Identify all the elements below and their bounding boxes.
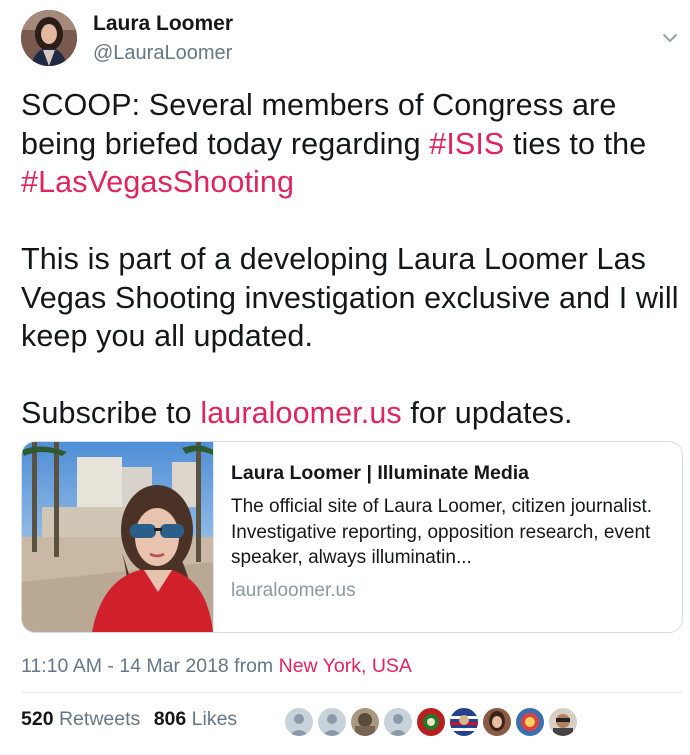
likes-label: Likes [191, 708, 238, 730]
user-name[interactable]: Laura Loomer [93, 12, 233, 36]
liker-avatar[interactable] [548, 707, 578, 737]
liker-avatar[interactable] [350, 707, 380, 737]
website-link[interactable]: lauraloomer.us [200, 396, 401, 430]
tweet-paragraph-3: Subscribe to lauraloomer.us for updates. [21, 394, 681, 433]
liker-avatar[interactable] [515, 707, 545, 737]
likes-count: 806 [153, 708, 187, 730]
card-thumbnail [22, 442, 214, 632]
tweet-text-segment: ties to the [504, 126, 647, 161]
liker-avatar[interactable] [482, 707, 512, 737]
tweet-text-segment: Subscribe to [21, 396, 201, 430]
tweet-header: Laura Loomer @LauraLoomer [0, 0, 690, 80]
hashtag-isis[interactable]: #ISIS [429, 127, 504, 161]
liker-avatar[interactable] [284, 707, 314, 737]
hashtag-lasvegasshooting[interactable]: #LasVegasShooting [21, 165, 294, 199]
tweet-stats: 520 Retweets 806 Likes [21, 708, 245, 731]
tweet-meta: 11:10 AM - 14 Mar 2018 from New York, US… [21, 655, 412, 678]
liker-avatar[interactable] [383, 707, 413, 737]
liker-avatar[interactable] [449, 707, 479, 737]
tweet-timestamp[interactable]: 11:10 AM - 14 Mar 2018 from [21, 655, 279, 677]
card-description: The official site of Laura Loomer, citiz… [231, 496, 653, 568]
tweet-paragraph-1: SCOOP: Several members of Congress are b… [21, 86, 681, 202]
link-preview-card[interactable]: Laura Loomer | Illuminate Media The offi… [21, 441, 683, 633]
tweet-body: SCOOP: Several members of Congress are b… [21, 86, 681, 433]
card-domain: lauraloomer.us [231, 580, 356, 601]
chevron-down-icon[interactable] [660, 28, 680, 48]
liker-avatar[interactable] [416, 707, 446, 737]
user-handle[interactable]: @LauraLoomer [93, 42, 232, 65]
liker-avatar[interactable] [317, 707, 347, 737]
tweet-paragraph-2: This is part of a developing Laura Loome… [21, 242, 679, 353]
likes-stat[interactable]: 806 Likes [154, 708, 238, 730]
retweets-label: Retweets [58, 708, 141, 730]
user-avatar[interactable] [21, 10, 77, 66]
tweet-location[interactable]: New York, USA [279, 655, 412, 677]
card-title[interactable]: Laura Loomer | Illuminate Media [231, 462, 529, 485]
divider [21, 692, 683, 693]
retweets-stat[interactable]: 520 Retweets [21, 708, 140, 730]
retweets-count: 520 [21, 708, 54, 730]
tweet-text-segment: for updates. [401, 396, 573, 430]
